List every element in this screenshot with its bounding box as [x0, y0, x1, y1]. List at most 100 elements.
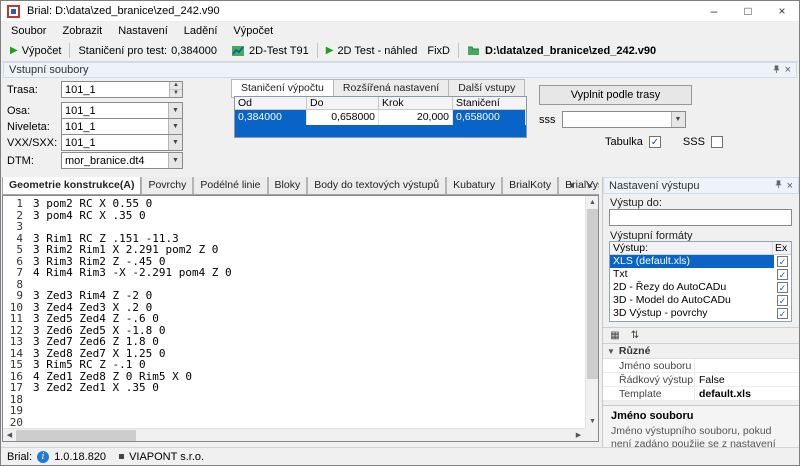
- fill-by-route-button[interactable]: Vyplnit podle trasy: [539, 85, 692, 105]
- sss-checkbox[interactable]: [711, 136, 723, 148]
- tab-close-icon[interactable]: ×: [582, 179, 598, 193]
- dropdown-icon[interactable]: ▼: [168, 135, 182, 150]
- line-number: 5: [5, 244, 23, 256]
- scroll-left-icon[interactable]: ◀: [3, 429, 16, 442]
- dropdown-icon[interactable]: ▼: [671, 112, 685, 127]
- format-column-header[interactable]: Výstup:: [610, 242, 773, 254]
- scroll-down-icon[interactable]: ▼: [586, 415, 599, 428]
- field-label: DTM:: [7, 155, 61, 167]
- dropdown-icon[interactable]: ▼: [168, 119, 182, 134]
- export-column-header[interactable]: Ex: [773, 242, 791, 254]
- chevron-down-icon: ▼: [607, 347, 615, 356]
- menu-item-0[interactable]: Soubor: [3, 23, 54, 39]
- format-checkbox[interactable]: ✓: [777, 295, 788, 306]
- table-cell-od[interactable]: 0,384000: [235, 110, 307, 125]
- scroll-up-icon[interactable]: ▲: [586, 196, 599, 209]
- field-combobox-1[interactable]: 101_1▼: [61, 102, 183, 119]
- format-row-4[interactable]: 3D Výstup - povrchy✓: [610, 307, 791, 320]
- output-to-input[interactable]: [609, 209, 792, 226]
- status-app-label: Brial:: [7, 451, 32, 463]
- panel-close-icon[interactable]: ×: [785, 64, 791, 76]
- editor-tab-0[interactable]: Geometrie konstrukce(A): [2, 177, 141, 195]
- fixd-button[interactable]: FixD: [422, 45, 455, 57]
- format-row-3[interactable]: 3D - Model do AutoCADu✓: [610, 294, 791, 307]
- pin-icon[interactable]: [772, 64, 781, 77]
- menu-item-3[interactable]: Ladění: [176, 23, 226, 39]
- field-combobox-0[interactable]: 101_1▲▼: [61, 81, 183, 98]
- scroll-right-icon[interactable]: ▶: [572, 429, 585, 442]
- test-2d-button[interactable]: 2D-Test T91: [226, 44, 314, 57]
- format-row-2[interactable]: 2D - Řezy do AutoCADu✓: [610, 281, 791, 294]
- field-value: 101_1: [65, 105, 168, 117]
- property-group-row[interactable]: ▼ Různé: [603, 344, 799, 359]
- tabulka-checkbox[interactable]: ✓: [649, 136, 661, 148]
- sort-alpha-icon[interactable]: ⇅: [627, 329, 643, 343]
- close-button[interactable]: ×: [765, 1, 799, 21]
- vertical-scroll-thumb[interactable]: [587, 209, 598, 379]
- table-cell-do[interactable]: 0,658000: [307, 110, 379, 125]
- property-value: [695, 359, 799, 372]
- spin-down-icon[interactable]: ▼: [170, 89, 182, 97]
- table-selected-empty-row[interactable]: [235, 125, 526, 137]
- maximize-button[interactable]: □: [731, 1, 765, 21]
- field-combobox-4[interactable]: mor_branice.dt4▼: [61, 152, 183, 169]
- output-settings-panel: Nastavení výstupu × Výstup do: Výstupní …: [602, 177, 799, 447]
- table-header-od[interactable]: Od: [235, 97, 307, 110]
- editor-line: 133 Zed7 Zed6 Z 1.8 0: [5, 336, 584, 348]
- table-header-krok[interactable]: Krok: [379, 97, 453, 110]
- format-name: Txt: [610, 268, 774, 281]
- menu-item-4[interactable]: Výpočet: [225, 23, 281, 39]
- editor-tab-5[interactable]: Kubatury: [446, 177, 502, 194]
- horizontal-scrollbar[interactable]: ◀ ▶: [3, 428, 585, 441]
- categorized-icon[interactable]: ▦: [607, 329, 623, 343]
- property-row-2[interactable]: Templatedefault.xls: [603, 387, 799, 401]
- vypocet-button[interactable]: ▶ Výpočet: [5, 45, 66, 57]
- minimize-button[interactable]: –: [697, 1, 731, 21]
- property-row-0[interactable]: Jméno souboru: [603, 359, 799, 373]
- toolbar-separator: [317, 43, 318, 58]
- editor-line: 173 Zed2 Zed1 X .35 0: [5, 382, 584, 394]
- menu-item-2[interactable]: Nastavení: [110, 23, 176, 39]
- panel-close-icon[interactable]: ×: [787, 180, 793, 192]
- tab-list-dropdown-icon[interactable]: ▼: [564, 179, 580, 193]
- nahled-2d-button[interactable]: ▶ 2D Test - náhled: [321, 45, 423, 57]
- stanice-test-value[interactable]: 0,384000: [171, 45, 221, 57]
- dropdown-icon[interactable]: ▼: [168, 103, 182, 118]
- property-row-1[interactable]: Řádkový výstupFalse: [603, 373, 799, 387]
- format-checkbox[interactable]: ✓: [777, 256, 788, 267]
- horizontal-scroll-thumb[interactable]: [16, 430, 136, 441]
- vertical-scrollbar[interactable]: ▲ ▼: [585, 196, 598, 428]
- code-editor[interactable]: 13 pom2 RC X 0.55 023 pom4 RC X .35 0343…: [2, 195, 599, 442]
- editor-tab-4[interactable]: Body do textových výstupů: [307, 177, 446, 194]
- format-checkbox[interactable]: ✓: [777, 269, 788, 280]
- input-panel-body: Trasa:101_1▲▼Osa:101_1▼Niveleta:101_1▼VX…: [1, 78, 799, 174]
- stanice-table[interactable]: Od Do Krok Staničení 0,384000 0,658000 2…: [234, 96, 527, 138]
- spin-up-icon[interactable]: ▲: [170, 82, 182, 89]
- info-icon[interactable]: i: [37, 451, 49, 463]
- field-combobox-2[interactable]: 101_1▼: [61, 118, 183, 135]
- table-cell-stanice[interactable]: 0,658000: [453, 110, 526, 125]
- field-combobox-3[interactable]: 101_1▼: [61, 134, 183, 151]
- status-separator-dot-icon: [119, 454, 124, 459]
- current-file-item[interactable]: D:\data\zed_branice\zed_242.v90: [462, 44, 661, 57]
- sss-combobox[interactable]: ▼: [562, 111, 686, 128]
- pin-icon[interactable]: [774, 179, 783, 192]
- editor-lines[interactable]: 13 pom2 RC X 0.55 023 pom4 RC X .35 0343…: [5, 198, 584, 427]
- toolbar-separator: [458, 43, 459, 58]
- menu-item-1[interactable]: Zobrazit: [54, 23, 110, 39]
- format-row-1[interactable]: Txt✓: [610, 268, 791, 281]
- editor-tab-1[interactable]: Povrchy: [141, 177, 193, 194]
- line-number: 11: [5, 313, 23, 325]
- editor-tab-3[interactable]: Bloky: [268, 177, 308, 194]
- editor-tab-2[interactable]: Podélné linie: [193, 177, 267, 194]
- dropdown-icon[interactable]: ▼: [168, 153, 182, 168]
- tabulka-label: Tabulka: [605, 136, 643, 148]
- format-checkbox[interactable]: ✓: [777, 282, 788, 293]
- table-cell-krok[interactable]: 20,000: [379, 110, 453, 125]
- format-checkbox[interactable]: ✓: [777, 308, 788, 319]
- table-header-stanice[interactable]: Staničení: [453, 97, 526, 110]
- format-row-0[interactable]: XLS (default.xls)✓: [610, 255, 791, 268]
- property-name: Template: [603, 387, 695, 400]
- editor-tab-6[interactable]: BrialKoty: [502, 177, 558, 194]
- table-header-do[interactable]: Do: [307, 97, 379, 110]
